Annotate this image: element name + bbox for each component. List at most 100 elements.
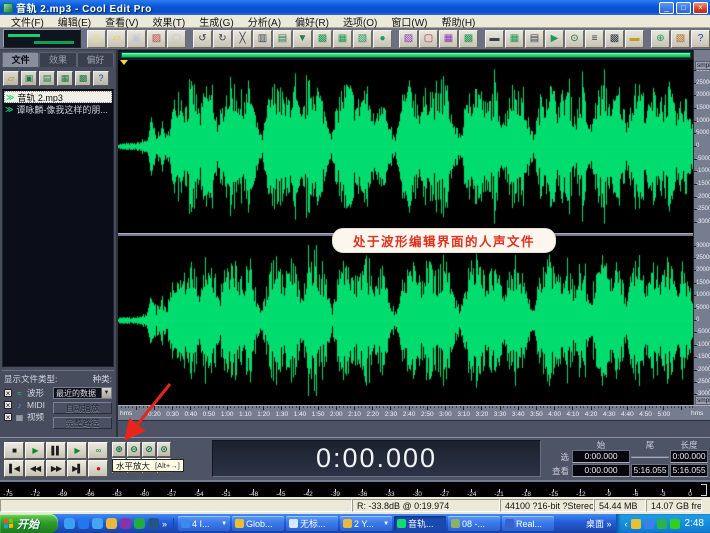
help-button[interactable]: ? <box>691 30 710 48</box>
taskbar-button[interactable]: 08 -... <box>448 516 500 531</box>
waveform-channel-right[interactable] <box>118 236 693 405</box>
info-value-cell[interactable]: 0:00.000 <box>572 450 630 463</box>
transport-button[interactable]: ● <box>88 460 108 477</box>
file-list-item[interactable]: ≫ 谭咏麟-像我这样的朋... <box>4 103 112 115</box>
zoom-tools-button[interactable]: ⊙ <box>565 30 584 48</box>
file-type-checkbox[interactable]: × <box>4 401 12 409</box>
undo-button[interactable]: ↺ <box>193 30 212 48</box>
tray-volume-icon[interactable] <box>670 519 680 529</box>
taskbar-button[interactable]: 2 Y... ▼ <box>340 516 392 531</box>
copy-button[interactable]: ▤ <box>273 30 292 48</box>
amplitude-ruler[interactable]: 300002500020000150001000050000-5000-1000… <box>693 60 710 405</box>
cue-list-button[interactable]: ▤ <box>525 30 544 48</box>
transport-button[interactable]: ◀◀ <box>25 460 45 477</box>
transport-button[interactable]: ▶ <box>67 442 87 459</box>
desktop-toolbar[interactable]: 桌面 » <box>582 517 616 530</box>
media-player-icon[interactable] <box>120 518 131 529</box>
zoom-button[interactable]: ⊘ <box>142 442 156 457</box>
maximize-button[interactable]: □ <box>676 2 691 14</box>
taskbar-button[interactable]: Real... <box>502 516 554 531</box>
spectral-view-button[interactable]: ▨ <box>399 30 418 48</box>
analysis-window-button[interactable]: ▩ <box>605 30 624 48</box>
paste-button[interactable]: ▼ <box>293 30 312 48</box>
organizer-tab[interactable]: 效果 <box>39 52 76 67</box>
transport-button[interactable]: ▶ <box>25 442 45 459</box>
minimize-button[interactable]: _ <box>659 2 674 14</box>
transport-button[interactable]: ▌▌ <box>46 442 66 459</box>
save-file-button[interactable]: ▣ <box>127 30 146 48</box>
scripts-button[interactable]: ● <box>373 30 392 48</box>
menu-item[interactable]: 分析(A) <box>241 14 288 29</box>
refresh-button[interactable]: ⊕ <box>651 30 670 48</box>
menu-item[interactable]: 查看(V) <box>98 14 145 29</box>
close-button[interactable]: × <box>693 2 708 14</box>
redo-button[interactable]: ↻ <box>213 30 232 48</box>
organizer-tool-button[interactable]: ▤ <box>39 71 55 86</box>
taskbar-button[interactable]: 4 I... ▼ <box>178 516 230 531</box>
multitrack-view-button[interactable]: ▦ <box>439 30 458 48</box>
info-value-cell[interactable]: 5:16.055 <box>631 464 669 477</box>
edit-view-button[interactable]: ▢ <box>419 30 438 48</box>
dropdown-arrow-icon[interactable]: ▼ <box>101 388 111 398</box>
sort-dropdown[interactable]: 最近的数据 ▼ <box>53 387 112 399</box>
ie-icon[interactable] <box>78 518 89 529</box>
tray-lock-icon[interactable] <box>631 519 641 529</box>
zoom-button[interactable]: ⊖ <box>127 442 141 457</box>
info-value-cell[interactable]: 5:16.055 <box>670 464 708 477</box>
outlook-icon[interactable] <box>92 518 103 529</box>
menu-item[interactable]: 效果(T) <box>145 14 192 29</box>
organizer-toggle-button[interactable]: ▦ <box>505 30 524 48</box>
organizer-tool-button[interactable]: ▱ <box>3 71 19 86</box>
menu-item[interactable]: 窗口(W) <box>384 14 434 29</box>
menu-item[interactable]: 选项(O) <box>336 14 384 29</box>
transport-button[interactable]: ▶▶ <box>46 460 66 477</box>
organizer-tool-button[interactable]: ? <box>93 71 109 86</box>
play-list-button[interactable]: ▶ <box>545 30 564 48</box>
auto-play-button[interactable]: 自动播放 <box>53 402 112 414</box>
organizer-tool-button[interactable]: ▣ <box>21 71 37 86</box>
menu-item[interactable]: 文件(F) <box>4 14 51 29</box>
organizer-tool-button[interactable]: ▩ <box>75 71 91 86</box>
convert-sample-type-button[interactable]: ▦ <box>333 30 352 48</box>
menu-item[interactable]: 帮助(H) <box>435 14 483 29</box>
menu-item[interactable]: 编辑(E) <box>51 14 98 29</box>
info-value-cell[interactable]: 0:00.000 <box>670 450 708 463</box>
file-list-item[interactable]: ≫ 音轨 2.mp3 <box>4 91 112 103</box>
menu-item[interactable]: 偏好(R) <box>288 14 336 29</box>
show-desktop-icon[interactable] <box>64 518 75 529</box>
info-value-cell[interactable] <box>631 456 669 458</box>
organizer-tool-button[interactable]: ▦ <box>57 71 73 86</box>
taskbar-button[interactable]: Glob... <box>232 516 284 531</box>
tray-network-icon[interactable] <box>644 519 654 529</box>
options-button[interactable]: ▧ <box>671 30 690 48</box>
full-path-button[interactable]: 完整路径 <box>53 417 112 429</box>
waveform-view-toggle-button[interactable] <box>3 29 81 48</box>
file-type-checkbox[interactable]: × <box>4 389 12 397</box>
playback-cursor-marker[interactable] <box>120 60 128 65</box>
taskbar-button[interactable]: 音轨... <box>394 516 446 531</box>
info-value-cell[interactable]: 0:00.000 <box>572 464 630 477</box>
open-file-button[interactable]: ▱ <box>107 30 126 48</box>
window-tile-button[interactable]: ▬ <box>485 30 504 48</box>
mix-paste-button[interactable]: ▩ <box>313 30 332 48</box>
app-icon[interactable] <box>148 518 159 529</box>
zoom-button[interactable]: ⊙ <box>157 442 171 457</box>
trim-button[interactable]: ▥ <box>253 30 272 48</box>
zoom-button[interactable]: ⊕ <box>112 442 126 457</box>
navigator-bar[interactable] <box>118 50 710 60</box>
navigator-range[interactable] <box>121 52 691 58</box>
transport-button[interactable]: ▶▌ <box>67 460 87 477</box>
taskbar-button[interactable]: 无标... <box>286 516 338 531</box>
menu-item[interactable]: 生成(G) <box>192 14 240 29</box>
save-as-button[interactable]: ▢ <box>167 30 186 48</box>
start-button[interactable]: 开始 <box>0 514 58 533</box>
level-meter[interactable]: -75-72-69-66-63-60-57-54-51-48-45-42-39-… <box>0 480 710 497</box>
open-as-button[interactable]: ▨ <box>147 30 166 48</box>
tray-chevron-icon[interactable]: ‹ <box>625 519 628 529</box>
batch-process-button[interactable]: ▧ <box>353 30 372 48</box>
organizer-tab[interactable]: 偏好 <box>77 52 114 67</box>
transport-button[interactable]: ∞ <box>88 442 108 459</box>
acdsee-icon[interactable] <box>134 518 145 529</box>
quick-launch-overflow[interactable]: » <box>162 519 167 529</box>
time-window-button[interactable]: ≡ <box>585 30 604 48</box>
